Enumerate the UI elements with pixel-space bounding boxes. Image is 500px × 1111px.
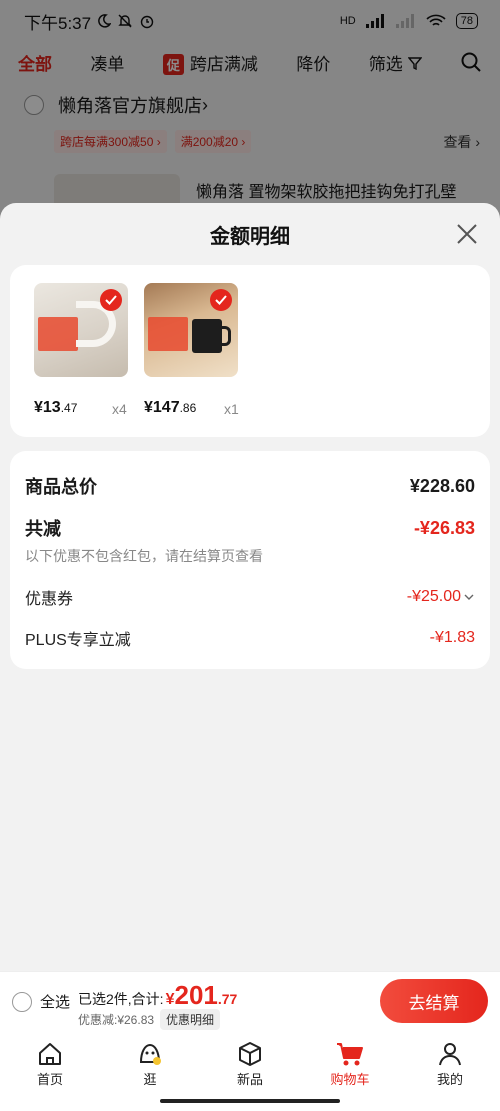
- total-row: 商品总价 ¥228.60: [25, 473, 475, 499]
- total-label: 商品总价: [25, 477, 97, 497]
- discount-value: -¥26.83: [413, 517, 475, 538]
- selected-summary: 已选2件,合计: ¥201.77: [78, 980, 237, 1011]
- plus-label: PLUS专享立减: [25, 632, 131, 649]
- coupon-label: 优惠券: [25, 591, 74, 608]
- selected-text: 已选2件,合计:: [78, 991, 164, 1007]
- coupon-row[interactable]: 优惠券 -¥25.00: [25, 585, 475, 609]
- product-price: ¥147.86: [144, 399, 196, 417]
- select-all[interactable]: 全选: [12, 991, 70, 1012]
- cart-icon: [337, 1043, 363, 1066]
- product-qty: x1: [224, 401, 239, 417]
- box-icon: [239, 1042, 261, 1066]
- coupon-value: -¥25.00: [406, 588, 461, 605]
- price-cents: .86: [179, 401, 197, 415]
- product-item[interactable]: [144, 283, 240, 377]
- products-card: ¥13.47 x4 ¥147.86 x1: [10, 265, 490, 437]
- discount-label: 共减: [25, 519, 61, 539]
- discount-row: 共减 -¥26.83: [25, 515, 475, 541]
- coupon-value-wrap: -¥25.00: [407, 588, 475, 606]
- product-thumbnail-hook: [34, 283, 128, 377]
- mug-shape: [192, 319, 231, 353]
- discount-note: 以下优惠不包含红包，请在结算页查看: [25, 548, 263, 564]
- sheet-title: 金额明细: [210, 225, 290, 248]
- tab-me-label: 我的: [436, 1072, 463, 1087]
- plus-discount-row: PLUS专享立减 -¥1.83: [25, 626, 475, 650]
- home-indicator: [160, 1099, 340, 1103]
- bottom-tabbar: 首页 逛 新品 购物车 我的: [0, 1031, 500, 1111]
- total-cents: .77: [217, 991, 238, 1007]
- price-cents: .47: [60, 401, 78, 415]
- total-value: ¥228.60: [409, 475, 475, 496]
- tab-browse-label: 逛: [143, 1072, 157, 1087]
- tab-home-label: 首页: [36, 1072, 63, 1087]
- select-all-label: 全选: [40, 994, 71, 1011]
- promo-banner: [148, 317, 188, 351]
- product-item[interactable]: [34, 283, 130, 377]
- price-summary-card: 商品总价 ¥228.60 共减 -¥26.83 以下优惠不包含红包，请在结算页查…: [10, 451, 490, 669]
- discount-line: 优惠减:¥26.83 优惠明细: [78, 1009, 221, 1030]
- browse-icon: [139, 1043, 161, 1065]
- select-all-radio[interactable]: [12, 991, 32, 1012]
- amount-detail-sheet: 金额明细 ¥13.47 x4 ¥147 .86 x1 商品总价 ¥228.60 …: [0, 203, 500, 971]
- total-amount: ¥201.77: [166, 980, 238, 1011]
- checkout-bar: 全选 已选2件,合计: ¥201.77 优惠减:¥26.83 优惠明细 去结算: [0, 971, 500, 1031]
- checkout-button[interactable]: 去结算: [380, 979, 488, 1023]
- discount-text: 优惠减:¥26.83: [78, 1013, 155, 1027]
- product-thumbnail-mug: [144, 283, 238, 377]
- product-price: ¥13.47: [34, 399, 77, 417]
- checked-icon: [210, 289, 232, 311]
- plus-value: -¥1.83: [429, 629, 475, 646]
- price-main: ¥147: [144, 399, 180, 416]
- price-main: ¥13: [34, 399, 61, 416]
- user-icon: [439, 1043, 461, 1066]
- total-main: 201: [174, 980, 218, 1010]
- product-qty: x4: [112, 401, 127, 417]
- checked-icon: [100, 289, 122, 311]
- tab-cart-label: 购物车: [330, 1072, 370, 1087]
- promo-banner: [38, 317, 78, 351]
- close-button[interactable]: [450, 217, 484, 251]
- discount-detail-button[interactable]: 优惠明细: [160, 1009, 221, 1030]
- tab-new-label: 新品: [236, 1072, 263, 1087]
- tab-me[interactable]: 我的: [415, 1039, 485, 1111]
- tab-home[interactable]: 首页: [15, 1039, 85, 1111]
- chevron-down-icon: [464, 594, 474, 600]
- home-icon: [39, 1043, 61, 1065]
- sheet-header: 金额明细: [0, 203, 500, 265]
- close-icon: [457, 224, 477, 244]
